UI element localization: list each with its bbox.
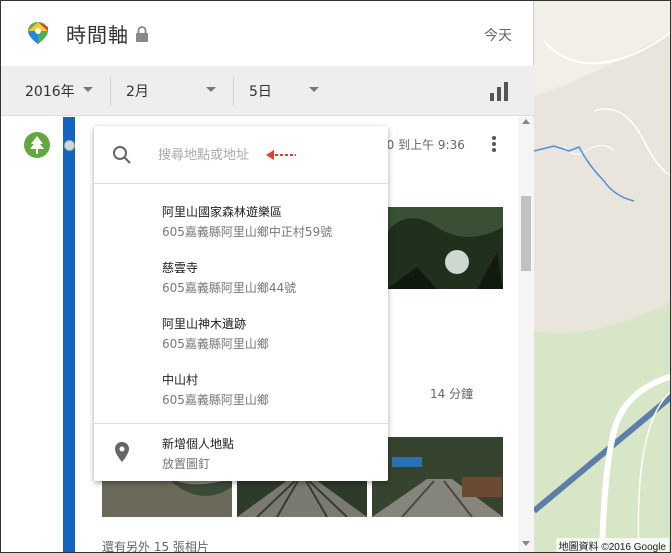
divider <box>110 76 111 106</box>
page-title: 時間軸 <box>66 23 129 47</box>
search-result-item[interactable]: 阿里山神木遺跡 605嘉義縣阿里山鄉 <box>94 308 388 364</box>
add-personal-place-item[interactable]: 新增個人地點 放置圖釘 <box>94 426 388 481</box>
result-address: 605嘉義縣阿里山鄉中正村59號 <box>162 225 333 239</box>
more-vert-icon[interactable] <box>489 134 499 154</box>
time-range: 20 到上午 9:36 <box>379 138 465 152</box>
red-arrow-annotation <box>266 150 296 160</box>
result-name: 慈雲寺 <box>162 261 199 275</box>
divider <box>233 76 234 106</box>
chevron-down-icon <box>309 87 319 92</box>
result-name: 阿里山神木遺跡 <box>162 317 247 331</box>
lock-icon <box>136 26 148 42</box>
month-value: 2月 <box>126 84 149 100</box>
new-place-name: 新增個人地點 <box>162 437 235 451</box>
search-result-item[interactable]: 慈雲寺 605嘉義縣阿里山鄉44號 <box>94 252 388 308</box>
more-photos-link[interactable]: 還有另外 15 張相片 <box>102 538 209 552</box>
day-value: 5日 <box>249 84 272 100</box>
scrollbar-thumb[interactable] <box>521 196 531 271</box>
tree-icon <box>24 132 50 158</box>
date-selector-bar: 2016年 2月 5日 <box>1 66 534 116</box>
chevron-down-icon <box>83 87 93 92</box>
today-button[interactable]: 今天 <box>484 25 512 45</box>
timeline-track <box>63 117 75 552</box>
day-select[interactable]: 5日 <box>249 66 324 116</box>
search-row <box>94 126 388 184</box>
divider <box>94 423 388 424</box>
search-result-item[interactable]: 中山村 605嘉義縣阿里山鄉 <box>94 364 388 420</box>
result-name: 中山村 <box>162 373 199 387</box>
map-pin-icon <box>115 442 129 462</box>
search-result-item[interactable]: 阿里山國家森林遊樂區 605嘉義縣阿里山鄉中正村59號 <box>94 196 388 252</box>
timeline-dot <box>64 140 75 151</box>
map-view[interactable]: 地圖資料 ©2016 Google <box>534 1 670 552</box>
search-icon <box>113 146 131 164</box>
app-window: 地圖資料 ©2016 Google 時間軸 今天 2016年 2月 5日 20 … <box>0 0 671 553</box>
timeline-panel: 時間軸 今天 2016年 2月 5日 20 到上午 9:36 14 分鐘 還有另… <box>1 1 534 552</box>
header: 時間軸 今天 <box>1 1 534 66</box>
result-address: 605嘉義縣阿里山鄉44號 <box>162 281 297 295</box>
duration-label: 14 分鐘 <box>430 387 474 401</box>
map-roads <box>534 1 670 552</box>
scrollbar-track[interactable] <box>518 117 534 552</box>
result-address: 605嘉義縣阿里山鄉 <box>162 393 269 407</box>
year-value: 2016年 <box>25 84 75 100</box>
place-search-dropdown: 阿里山國家森林遊樂區 605嘉義縣阿里山鄉中正村59號 慈雲寺 605嘉義縣阿里… <box>94 126 388 481</box>
result-name: 阿里山國家森林遊樂區 <box>162 205 283 219</box>
chevron-down-icon <box>206 87 216 92</box>
map-credit: 地圖資料 ©2016 Google <box>555 538 669 552</box>
result-address: 605嘉義縣阿里山鄉 <box>162 337 269 351</box>
scroll-down-arrow[interactable] <box>522 541 530 546</box>
year-select[interactable]: 2016年 <box>25 66 105 116</box>
bar-chart-icon[interactable] <box>489 81 509 101</box>
scroll-up-arrow[interactable] <box>522 119 530 124</box>
google-maps-logo <box>28 22 48 44</box>
new-place-subtitle: 放置圖釘 <box>162 457 211 471</box>
photo-thumbnail[interactable] <box>372 437 503 517</box>
search-input[interactable] <box>158 144 358 166</box>
month-select[interactable]: 2月 <box>126 66 221 116</box>
photo-thumbnail[interactable] <box>387 207 503 289</box>
